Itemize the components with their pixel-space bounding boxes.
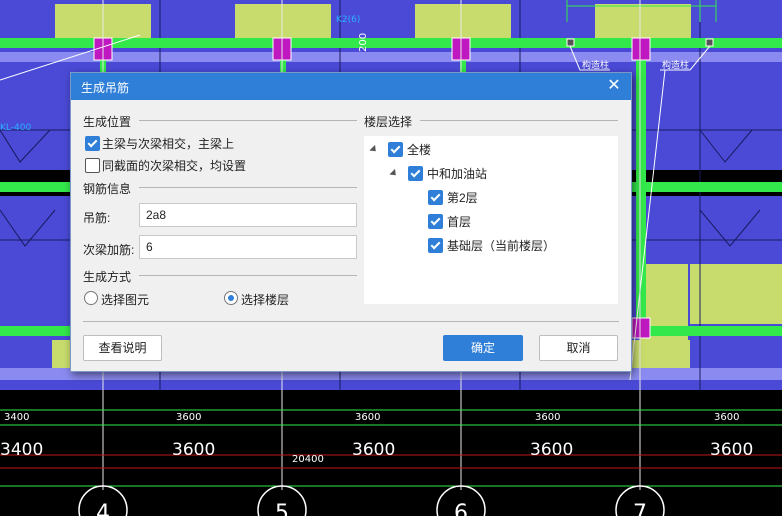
- section-divider: [139, 187, 357, 188]
- axis-label: 4: [96, 501, 110, 516]
- dim-label-small: 3600: [355, 412, 380, 423]
- extra-rebar-input[interactable]: 6: [139, 235, 357, 259]
- option-main-beam-checkbox[interactable]: [85, 136, 100, 151]
- beam-dim-text: 200: [358, 33, 369, 52]
- expand-arrow-icon[interactable]: [389, 168, 399, 179]
- ok-button[interactable]: 确定: [443, 335, 523, 361]
- beam-label: KL-400: [0, 123, 31, 133]
- method-select-floor-radio[interactable]: [224, 291, 238, 305]
- generate-hanger-dialog: 生成吊筋 ✕ 生成位置 主梁与次梁相交，主梁上 同截面的次梁相交，均设置 钢筋信…: [70, 72, 632, 372]
- beam-horizontal: [630, 182, 782, 192]
- tree-floor-label[interactable]: 首层: [447, 213, 471, 230]
- panel-yellow: [415, 4, 511, 38]
- panel-yellow: [235, 4, 331, 38]
- option-main-beam-label: 主梁与次梁相交，主梁上: [102, 137, 235, 151]
- dim-label-large: 3600: [352, 440, 395, 460]
- beam-horizontal: [0, 182, 70, 192]
- column-tag: 构造柱: [662, 59, 689, 71]
- section-divider: [139, 275, 357, 276]
- node-marker: [566, 38, 575, 47]
- dim-label-small: 3600: [714, 412, 739, 423]
- tree-floor-label[interactable]: 第2层: [447, 189, 478, 206]
- dim-label-large: 3600: [710, 440, 753, 460]
- footer-divider: [83, 321, 619, 322]
- tree-building-checkbox[interactable]: [408, 166, 423, 181]
- beam-vertical: [636, 40, 646, 336]
- axis-label: 6: [454, 501, 468, 516]
- position-section-title: 生成位置: [83, 115, 132, 129]
- extra-rebar-label: 次梁加筋:: [83, 243, 135, 257]
- method-select-floor-label: 选择楼层: [241, 293, 290, 307]
- rebar-section-title: 钢筋信息: [83, 182, 132, 196]
- axis-label: 5: [275, 501, 289, 516]
- help-button[interactable]: 查看说明: [83, 335, 162, 361]
- tree-building-label[interactable]: 中和加油站: [427, 165, 487, 182]
- panel-yellow: [690, 264, 782, 324]
- dialog-titlebar[interactable]: 生成吊筋 ✕: [71, 73, 631, 100]
- dialog-title: 生成吊筋: [81, 81, 130, 95]
- close-icon[interactable]: ✕: [605, 76, 623, 96]
- expand-arrow-icon[interactable]: [369, 144, 379, 155]
- column: [631, 37, 651, 61]
- tree-floor-label[interactable]: 基础层（当前楼层）: [447, 237, 555, 254]
- dim-label-small: 3400: [4, 412, 29, 423]
- beam-label: K2(6): [336, 15, 360, 25]
- floor-section-title: 楼层选择: [364, 115, 413, 129]
- hanger-input[interactable]: 2a8: [139, 203, 357, 227]
- floor-tree: 全楼 中和加油站 第2层 首层 基础层（当前楼层）: [364, 136, 618, 304]
- cancel-button[interactable]: 取消: [539, 335, 618, 361]
- axis-label: 7: [633, 501, 647, 516]
- tree-floor-checkbox[interactable]: [428, 238, 443, 253]
- total-dim-label: 20400: [292, 454, 324, 465]
- panel-yellow: [595, 4, 691, 38]
- dim-label-small: 3600: [535, 412, 560, 423]
- node-marker: [705, 38, 714, 47]
- method-section-title: 生成方式: [83, 270, 132, 284]
- tree-floor-checkbox[interactable]: [428, 214, 443, 229]
- tree-root-checkbox[interactable]: [388, 142, 403, 157]
- hanger-label: 吊筋:: [83, 211, 111, 225]
- dim-label-large: 3400: [0, 440, 43, 460]
- dim-label-large: 3600: [172, 440, 215, 460]
- method-select-element-label: 选择图元: [101, 293, 150, 307]
- method-select-element-radio[interactable]: [84, 291, 98, 305]
- tree-floor-checkbox[interactable]: [428, 190, 443, 205]
- option-same-section-checkbox[interactable]: [85, 158, 100, 173]
- section-divider: [139, 120, 357, 121]
- beam-horizontal: [0, 38, 782, 48]
- tree-root-label[interactable]: 全楼: [407, 141, 431, 158]
- column-tag: 构造柱: [582, 59, 609, 71]
- dim-label-large: 3600: [530, 440, 573, 460]
- dim-label-small: 3600: [176, 412, 201, 423]
- section-divider: [420, 120, 618, 121]
- option-same-section-label: 同截面的次梁相交，均设置: [102, 159, 247, 173]
